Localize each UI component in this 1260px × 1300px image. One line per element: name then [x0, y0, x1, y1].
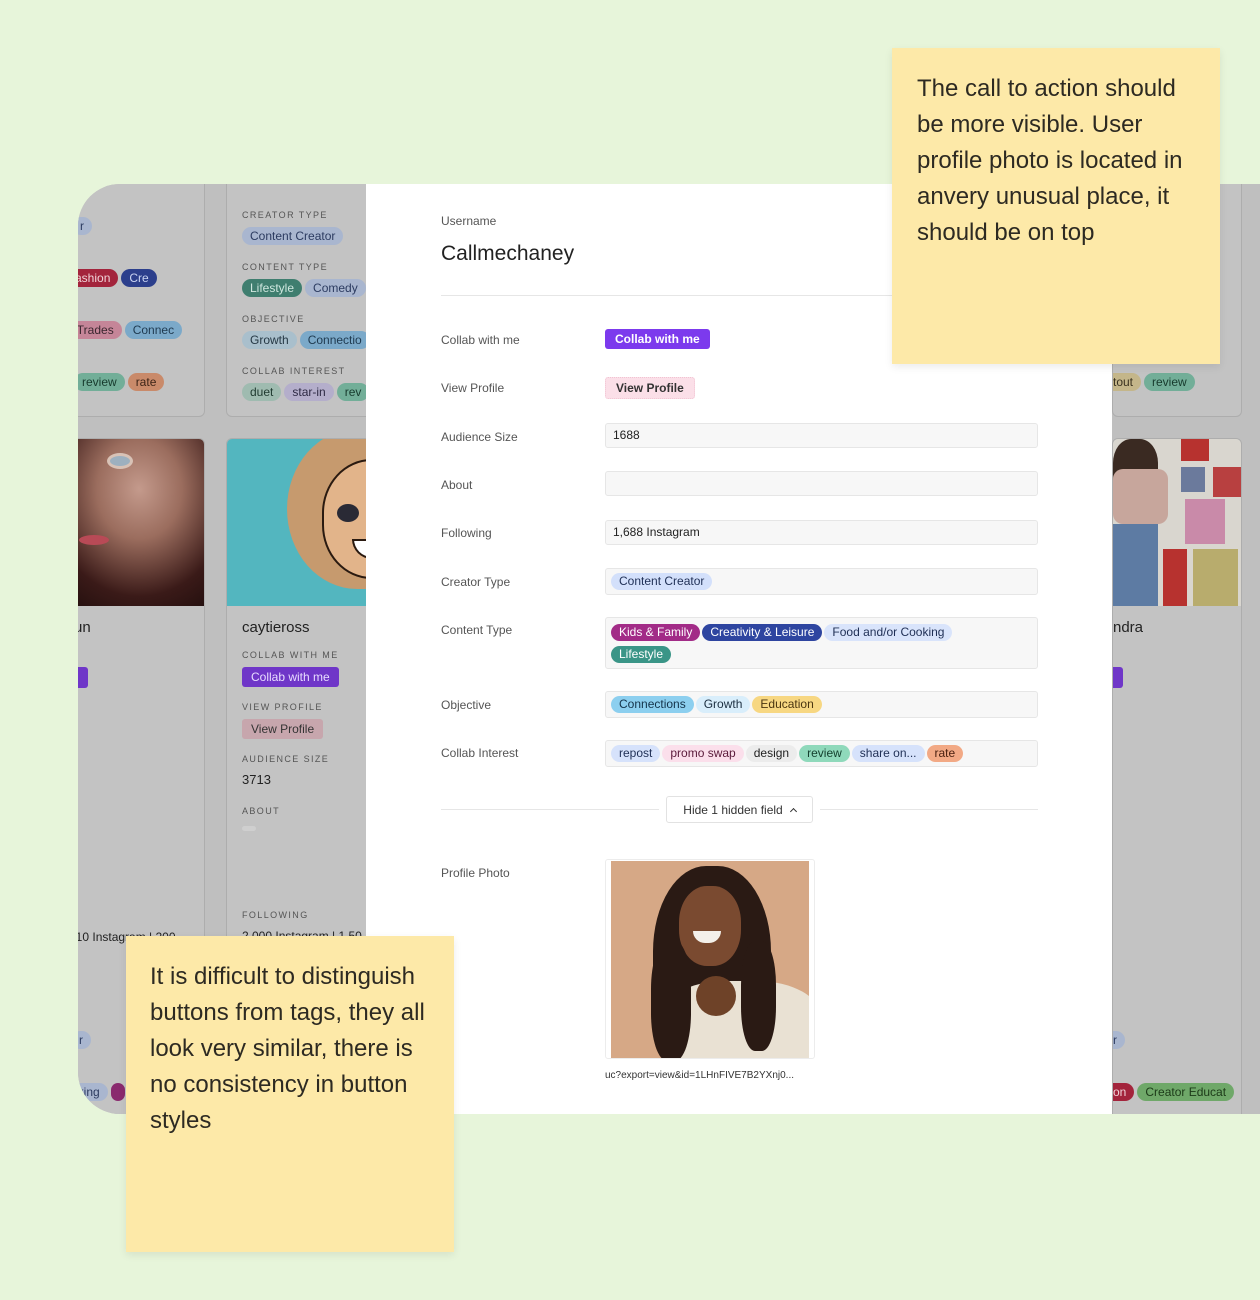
tag: Kids & Family	[611, 624, 701, 641]
card-username: ndra	[1113, 619, 1144, 636]
audience-value: 3713	[242, 772, 271, 787]
tag: Food and/or Cooking	[824, 624, 953, 641]
field-label: AUDIENCE SIZE	[242, 754, 330, 764]
tag: duet	[242, 383, 282, 401]
tag: Creativity & Leisure	[702, 624, 823, 641]
chevron-up-icon	[789, 807, 797, 815]
tag: repost	[611, 745, 661, 762]
tag: Education	[752, 696, 822, 713]
collab-interest-field[interactable]: repost promo swap design review share on... r…	[605, 740, 1038, 767]
tag: rev	[336, 383, 370, 401]
tag: review	[1144, 373, 1195, 391]
profile-photo-label: Profile Photo	[441, 866, 510, 880]
field-label: COLLAB WITH ME	[242, 650, 339, 660]
profile-photo-attachment[interactable]	[605, 859, 815, 1059]
tag: promo swap	[662, 745, 744, 762]
tag: Content Creator	[242, 227, 344, 245]
tag: r	[78, 217, 92, 235]
about-label: About	[441, 478, 473, 492]
grid-card[interactable]: ndra r on Creator Educat	[1112, 438, 1242, 1114]
tag: rate	[926, 745, 964, 762]
tag: o Trades	[78, 321, 122, 339]
divider	[441, 809, 659, 810]
tag: uty & Fashion	[78, 269, 119, 287]
hide-hidden-fields-label: Hide 1 hidden field	[683, 802, 783, 817]
audience-size-label: Audience Size	[441, 430, 518, 444]
tag: review	[799, 745, 850, 762]
content-type-field[interactable]: Kids & Family Creativity & Leisure Food an…	[605, 617, 1038, 669]
username-value: Callmechaney	[441, 242, 575, 265]
profile-image	[78, 439, 204, 606]
profile-photo-image	[611, 861, 809, 1058]
tag: Connec	[124, 321, 183, 339]
view-profile-button[interactable]: View Profile	[242, 719, 324, 739]
tag: on	[1113, 1083, 1135, 1101]
following-label: Following	[441, 526, 492, 540]
tag: r	[1113, 1031, 1125, 1049]
field-label: CREATOR TYPE	[242, 210, 328, 220]
field-label: ABOUT	[242, 806, 281, 816]
field-label: CONTENT TYPE	[242, 262, 328, 272]
sticky-note-feedback-buttons: It is difficult to distinguish buttons f…	[126, 936, 454, 1252]
tag: review	[78, 373, 125, 391]
objective-field[interactable]: Connections Growth Education	[605, 691, 1038, 718]
collab-button[interactable]: Collab with me	[242, 667, 339, 687]
view-profile-button[interactable]: View Profile	[605, 377, 695, 399]
card-username: un	[78, 619, 91, 636]
tag: Lifestyle	[242, 279, 303, 297]
view-profile-label: View Profile	[441, 381, 505, 395]
tag: Growth	[695, 696, 751, 713]
tag: Connections	[611, 696, 694, 713]
tag: Comedy	[305, 279, 366, 297]
collab-label: Collab with me	[441, 333, 520, 347]
tag: Content Creator	[611, 573, 713, 590]
collab-button[interactable]	[1113, 667, 1123, 688]
profile-image	[1113, 439, 1241, 606]
about-field[interactable]	[605, 471, 1038, 496]
content-type-label: Content Type	[441, 623, 513, 637]
tag: share on...	[851, 745, 925, 762]
card-username: caytieross	[242, 619, 310, 636]
field-label: COLLAB INTEREST	[242, 366, 346, 376]
tag: Lifestyle	[611, 646, 672, 663]
collab-interest-label: Collab Interest	[441, 746, 519, 760]
tag: Growth	[242, 331, 297, 349]
audience-size-field[interactable]: 1688	[605, 423, 1038, 448]
tag: Creator Educat	[1137, 1083, 1235, 1101]
grid-card[interactable]: r uty & FashionCre o TradesConnec review…	[78, 184, 205, 417]
collab-button[interactable]	[78, 667, 88, 688]
about-placeholder	[242, 826, 256, 831]
creator-type-label: Creator Type	[441, 575, 511, 589]
tag: Cre	[121, 269, 157, 287]
field-label: OBJECTIVE	[242, 314, 305, 324]
tag: star-in	[284, 383, 334, 401]
following-field[interactable]: 1,688 Instagram	[605, 520, 1038, 545]
divider	[820, 809, 1038, 810]
field-label: VIEW PROFILE	[242, 702, 323, 712]
creator-type-field[interactable]: Content Creator	[605, 568, 1038, 595]
tag: Connectio	[299, 331, 370, 349]
collab-with-me-button[interactable]: Collab with me	[605, 329, 710, 349]
username-label: Username	[441, 214, 497, 228]
objective-label: Objective	[441, 698, 492, 712]
tag: oking	[78, 1083, 108, 1101]
hide-hidden-fields-button[interactable]: Hide 1 hidden field	[666, 796, 813, 823]
tag: r	[78, 1031, 91, 1049]
tag: rate	[127, 373, 165, 391]
sticky-note-feedback-cta: The call to action should be more visibl…	[892, 48, 1220, 364]
tag: design	[745, 745, 798, 762]
profile-photo-filename: uc?export=view&id=1LHnFIVE7B2YXnj0...	[605, 1070, 794, 1081]
field-label: FOLLOWING	[242, 910, 309, 920]
tag: tout	[1113, 373, 1142, 391]
